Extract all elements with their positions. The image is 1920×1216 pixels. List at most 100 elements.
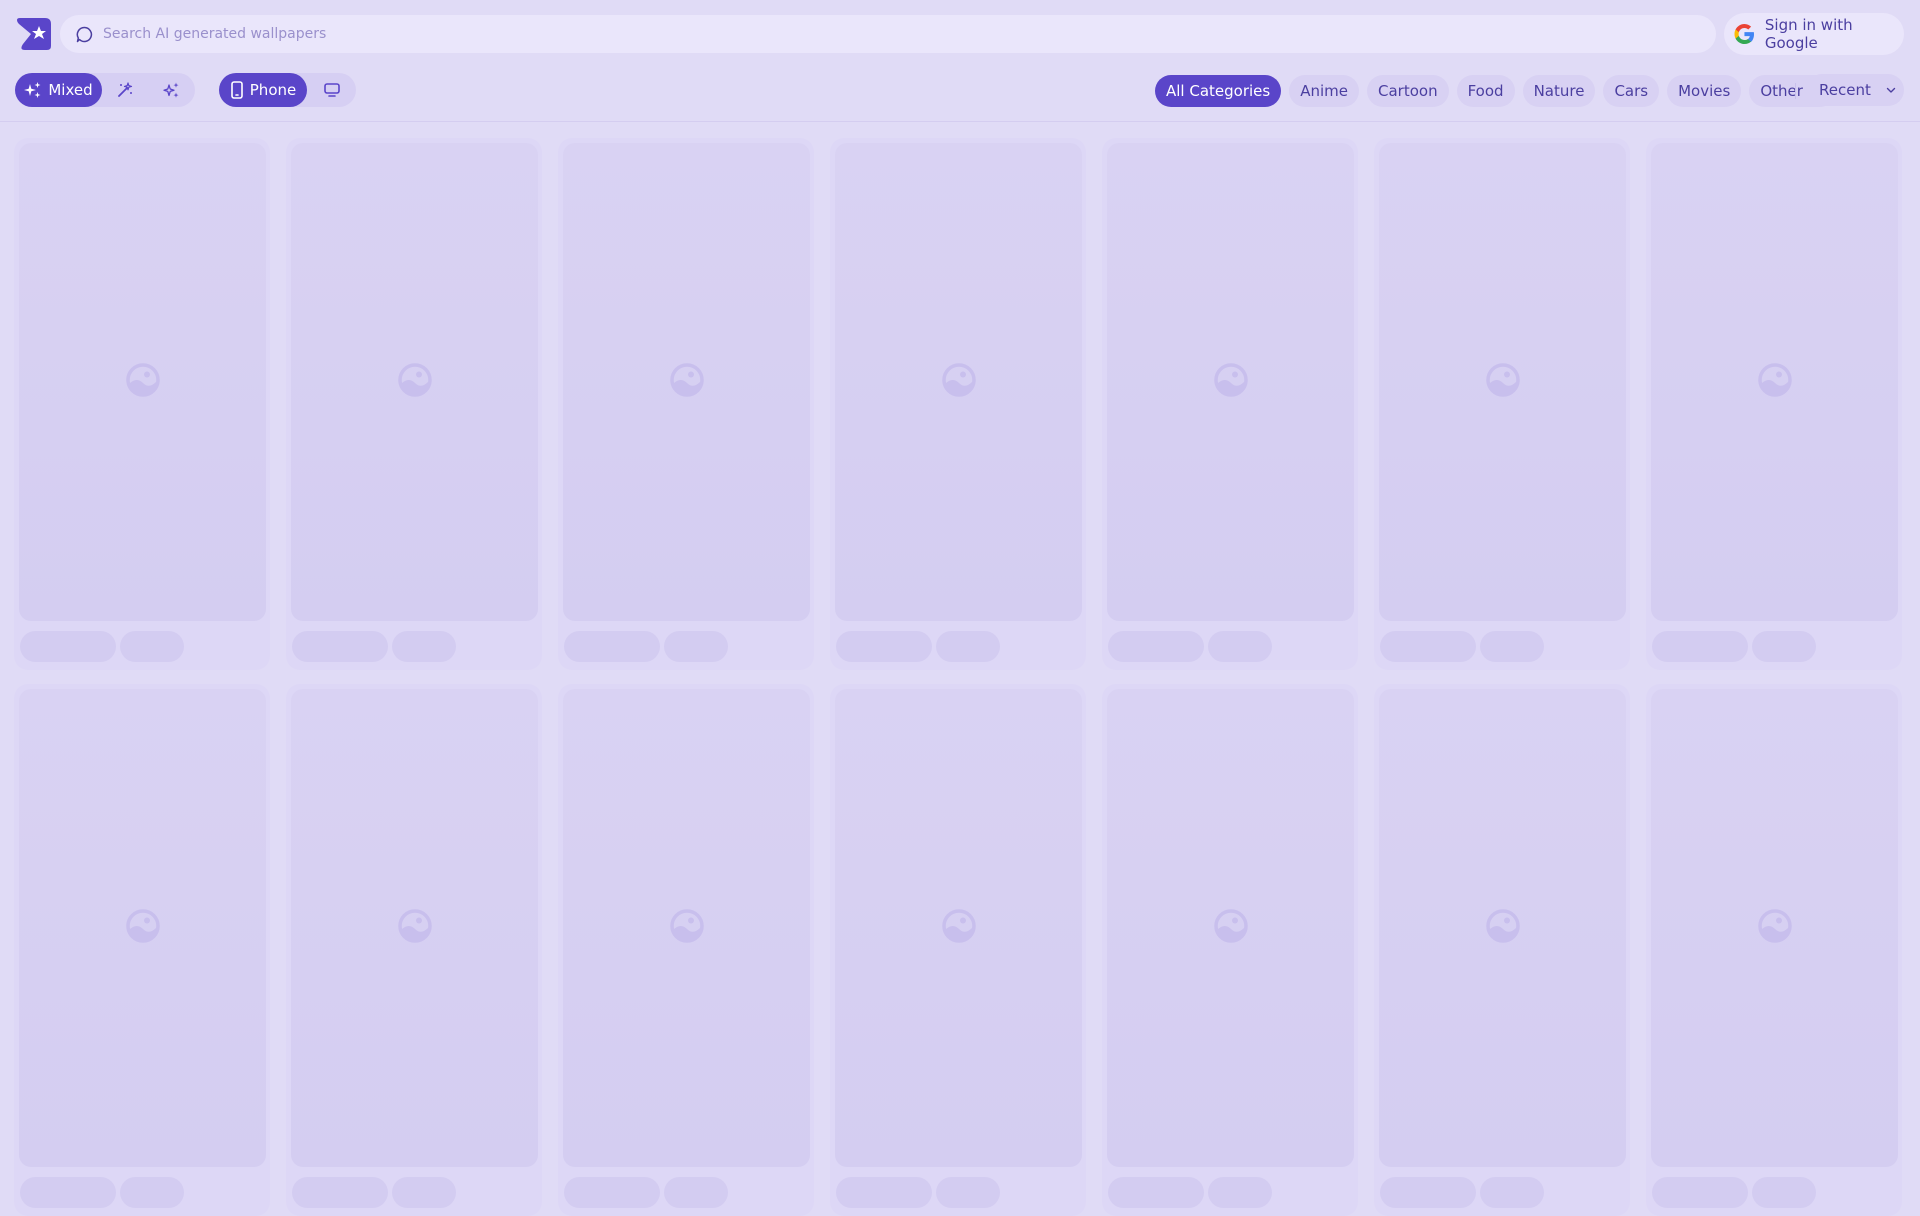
tag-skeleton (936, 1177, 1000, 1208)
wallpaper-card[interactable] (1646, 138, 1902, 670)
wallpaper-card[interactable] (830, 684, 1086, 1216)
wallpaper-card[interactable] (14, 138, 270, 670)
style-mode-magic[interactable] (102, 73, 148, 107)
category-cartoon[interactable]: Cartoon (1367, 75, 1449, 107)
tag-skeleton (1208, 1177, 1272, 1208)
phone-icon (230, 81, 243, 99)
tag-skeleton (1380, 631, 1476, 662)
sort-dropdown[interactable]: Recent (1806, 74, 1904, 106)
tag-skeleton (1380, 1177, 1476, 1208)
wallpaper-card[interactable] (830, 138, 1086, 670)
category-anime[interactable]: Anime (1289, 75, 1359, 107)
wallpaper-thumbnail-placeholder (19, 143, 266, 621)
device-mode-phone-label: Phone (249, 81, 297, 99)
image-placeholder-icon (1757, 362, 1793, 402)
image-placeholder-icon (397, 362, 433, 402)
wallpaper-thumbnail-placeholder (291, 689, 538, 1167)
tag-skeleton (1752, 1177, 1816, 1208)
tag-skeleton (564, 1177, 660, 1208)
wallpaper-thumbnail-placeholder (1107, 143, 1354, 621)
tag-skeleton (392, 1177, 456, 1208)
tag-skeleton (1108, 1177, 1204, 1208)
tag-skeleton (836, 1177, 932, 1208)
category-filter: All Categories Anime Cartoon Food Nature… (1155, 74, 1836, 108)
tag-skeleton (1108, 631, 1204, 662)
google-signin-button[interactable]: Sign in with Google (1724, 13, 1904, 55)
chevron-down-icon (1886, 87, 1896, 93)
tag-skeleton (1652, 1177, 1748, 1208)
tag-skeleton (664, 1177, 728, 1208)
category-nature[interactable]: Nature (1522, 75, 1596, 107)
image-placeholder-icon (669, 908, 705, 948)
tag-skeleton (1752, 631, 1816, 662)
logo-icon[interactable] (15, 16, 53, 52)
wallpaper-thumbnail-placeholder (835, 143, 1082, 621)
category-all[interactable]: All Categories (1155, 75, 1282, 107)
tag-skeleton (836, 631, 932, 662)
image-placeholder-icon (941, 362, 977, 402)
wallpaper-thumbnail-placeholder (19, 689, 266, 1167)
magic-wand-icon (118, 82, 133, 97)
image-placeholder-icon (1213, 908, 1249, 948)
tag-skeleton (20, 1177, 116, 1208)
wallpaper-thumbnail-placeholder (1651, 143, 1898, 621)
divider (1795, 83, 1796, 99)
style-mode-mixed[interactable]: Mixed (15, 73, 102, 107)
tag-skeleton (392, 631, 456, 662)
tag-skeleton (292, 1177, 388, 1208)
sort-label: Recent (1819, 81, 1871, 99)
device-mode-phone[interactable]: Phone (219, 73, 307, 107)
image-placeholder-icon (941, 908, 977, 948)
image-placeholder-icon (1213, 362, 1249, 402)
signin-label: Sign in with Google (1764, 16, 1853, 52)
wallpaper-card[interactable] (1374, 684, 1630, 1216)
device-mode-toggle: Phone (219, 73, 356, 107)
wallpaper-thumbnail-placeholder (563, 143, 810, 621)
wallpaper-thumbnail-placeholder (1379, 689, 1626, 1167)
wallpaper-card[interactable] (1374, 138, 1630, 670)
image-placeholder-icon (669, 362, 705, 402)
search-input[interactable] (103, 26, 1663, 42)
tag-skeleton (120, 631, 184, 662)
top-bar: Sign in with Google Mixed (0, 0, 1920, 122)
wallpaper-thumbnail-placeholder (291, 143, 538, 621)
wallpaper-card[interactable] (286, 684, 542, 1216)
wallpaper-thumbnail-placeholder (1651, 689, 1898, 1167)
stars-icon (163, 82, 179, 98)
desktop-icon (323, 83, 340, 97)
image-placeholder-icon (1485, 362, 1521, 402)
sparkles-icon (24, 82, 41, 98)
wallpaper-card[interactable] (558, 138, 814, 670)
tag-skeleton (120, 1177, 184, 1208)
category-movies[interactable]: Movies (1667, 75, 1742, 107)
wallpaper-card[interactable] (1646, 684, 1902, 1216)
category-food[interactable]: Food (1456, 75, 1515, 107)
chat-bubble-icon (76, 26, 93, 42)
wallpaper-card[interactable] (1102, 684, 1358, 1216)
style-mode-mixed-label: Mixed (48, 81, 93, 99)
category-cars[interactable]: Cars (1603, 75, 1660, 107)
tag-skeleton (292, 631, 388, 662)
tag-skeleton (664, 631, 728, 662)
style-mode-toggle: Mixed (15, 73, 195, 107)
wallpaper-card[interactable] (14, 684, 270, 1216)
tag-skeleton (1480, 1177, 1544, 1208)
wallpaper-card[interactable] (286, 138, 542, 670)
style-mode-stars[interactable] (148, 73, 194, 107)
tag-skeleton (936, 631, 1000, 662)
device-mode-desktop[interactable] (307, 73, 356, 107)
image-placeholder-icon (125, 362, 161, 402)
wallpaper-card[interactable] (558, 684, 814, 1216)
wallpaper-thumbnail-placeholder (835, 689, 1082, 1167)
wallpaper-card[interactable] (1102, 138, 1358, 670)
search-bar[interactable] (60, 15, 1716, 53)
tag-skeleton (1652, 631, 1748, 662)
category-other-label: Other (1760, 82, 1803, 100)
image-placeholder-icon (1485, 908, 1521, 948)
image-placeholder-icon (397, 908, 433, 948)
tag-skeleton (1480, 631, 1544, 662)
wallpaper-thumbnail-placeholder (563, 689, 810, 1167)
tag-skeleton (20, 631, 116, 662)
wallpaper-thumbnail-placeholder (1107, 689, 1354, 1167)
wallpaper-thumbnail-placeholder (1379, 143, 1626, 621)
